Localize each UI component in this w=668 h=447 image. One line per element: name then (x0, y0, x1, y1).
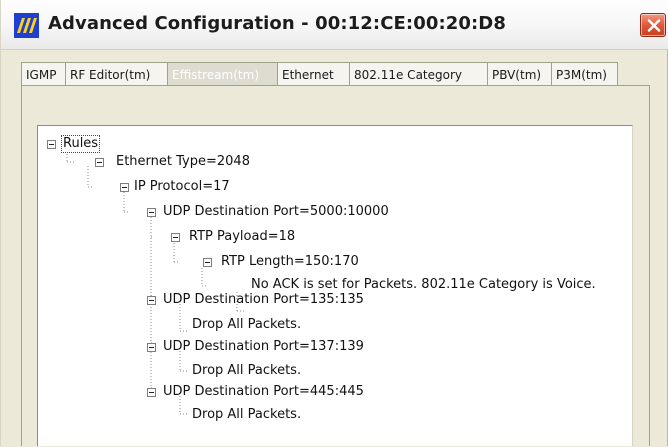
tab-p3m[interactable]: P3M(tm) (551, 62, 618, 86)
tree-node-udp-445-action[interactable]: Drop All Packets. (192, 407, 301, 423)
tree-node-rtp-length[interactable]: RTP Length=150:170 (221, 254, 359, 270)
tab-label: IGMP (26, 67, 57, 82)
tab-label: P3M(tm) (556, 67, 607, 82)
collapse-minus-icon[interactable] (203, 258, 212, 267)
tab-ethernet[interactable]: Ethernet (277, 62, 350, 86)
app-logo-icon (14, 13, 39, 38)
collapse-minus-icon[interactable] (147, 208, 156, 217)
tab-label: PBV(tm) (492, 67, 542, 82)
tree-node-udp-port-137-139[interactable]: UDP Destination Port=137:139 (163, 339, 364, 355)
tab-802-11e-category[interactable]: 802.11e Category (349, 62, 488, 86)
tree-node-rtp-action[interactable]: No ACK is set for Packets. 802.11e Categ… (251, 277, 596, 293)
collapse-minus-icon[interactable] (47, 140, 56, 149)
tab-igmp[interactable]: IGMP (21, 62, 66, 86)
tree-node-udp-port-5000-10000[interactable]: UDP Destination Port=5000:10000 (163, 204, 389, 220)
tree-node-rules[interactable]: Rules (60, 135, 101, 153)
tab-label: 802.11e Category (354, 67, 462, 82)
tab-strip: IGMP RF Editor(tm) Effistream(tm) Ethern… (21, 62, 618, 86)
close-icon (647, 19, 661, 32)
rules-tree[interactable]: Rules Ethernet Type=2048 IP Protocol=17 … (37, 125, 633, 446)
tree-node-udp-port-135[interactable]: UDP Destination Port=135:135 (163, 292, 364, 308)
tree-node-rtp-payload[interactable]: RTP Payload=18 (189, 229, 295, 245)
tab-label: RF Editor(tm) (70, 67, 151, 82)
tab-effistream[interactable]: Effistream(tm) (167, 62, 278, 86)
tab-pbv[interactable]: PBV(tm) (487, 62, 552, 86)
tab-label: Ethernet (282, 67, 334, 82)
tab-label: Effistream(tm) (172, 67, 259, 82)
collapse-minus-icon[interactable] (171, 233, 180, 242)
collapse-minus-icon[interactable] (147, 388, 156, 397)
collapse-minus-icon[interactable] (147, 343, 156, 352)
close-button[interactable] (640, 13, 666, 37)
tree-node-ip-protocol[interactable]: IP Protocol=17 (134, 179, 230, 195)
collapse-minus-icon[interactable] (95, 158, 104, 167)
advanced-configuration-window: Advanced Configuration - 00:12:CE:00:20:… (0, 0, 668, 446)
tab-rf-editor[interactable]: RF Editor(tm) (65, 62, 168, 86)
tree-node-ethernet-type[interactable]: Ethernet Type=2048 (116, 154, 250, 170)
title-bar[interactable]: Advanced Configuration - 00:12:CE:00:20:… (1, 0, 668, 50)
window-title: Advanced Configuration - 00:12:CE:00:20:… (48, 13, 506, 34)
tree-node-udp-135-action[interactable]: Drop All Packets. (192, 317, 301, 333)
collapse-minus-icon[interactable] (147, 296, 156, 305)
tree-node-udp-port-445[interactable]: UDP Destination Port=445:445 (163, 384, 364, 400)
collapse-minus-icon[interactable] (120, 183, 129, 192)
tree-node-udp-137-action[interactable]: Drop All Packets. (192, 363, 301, 379)
